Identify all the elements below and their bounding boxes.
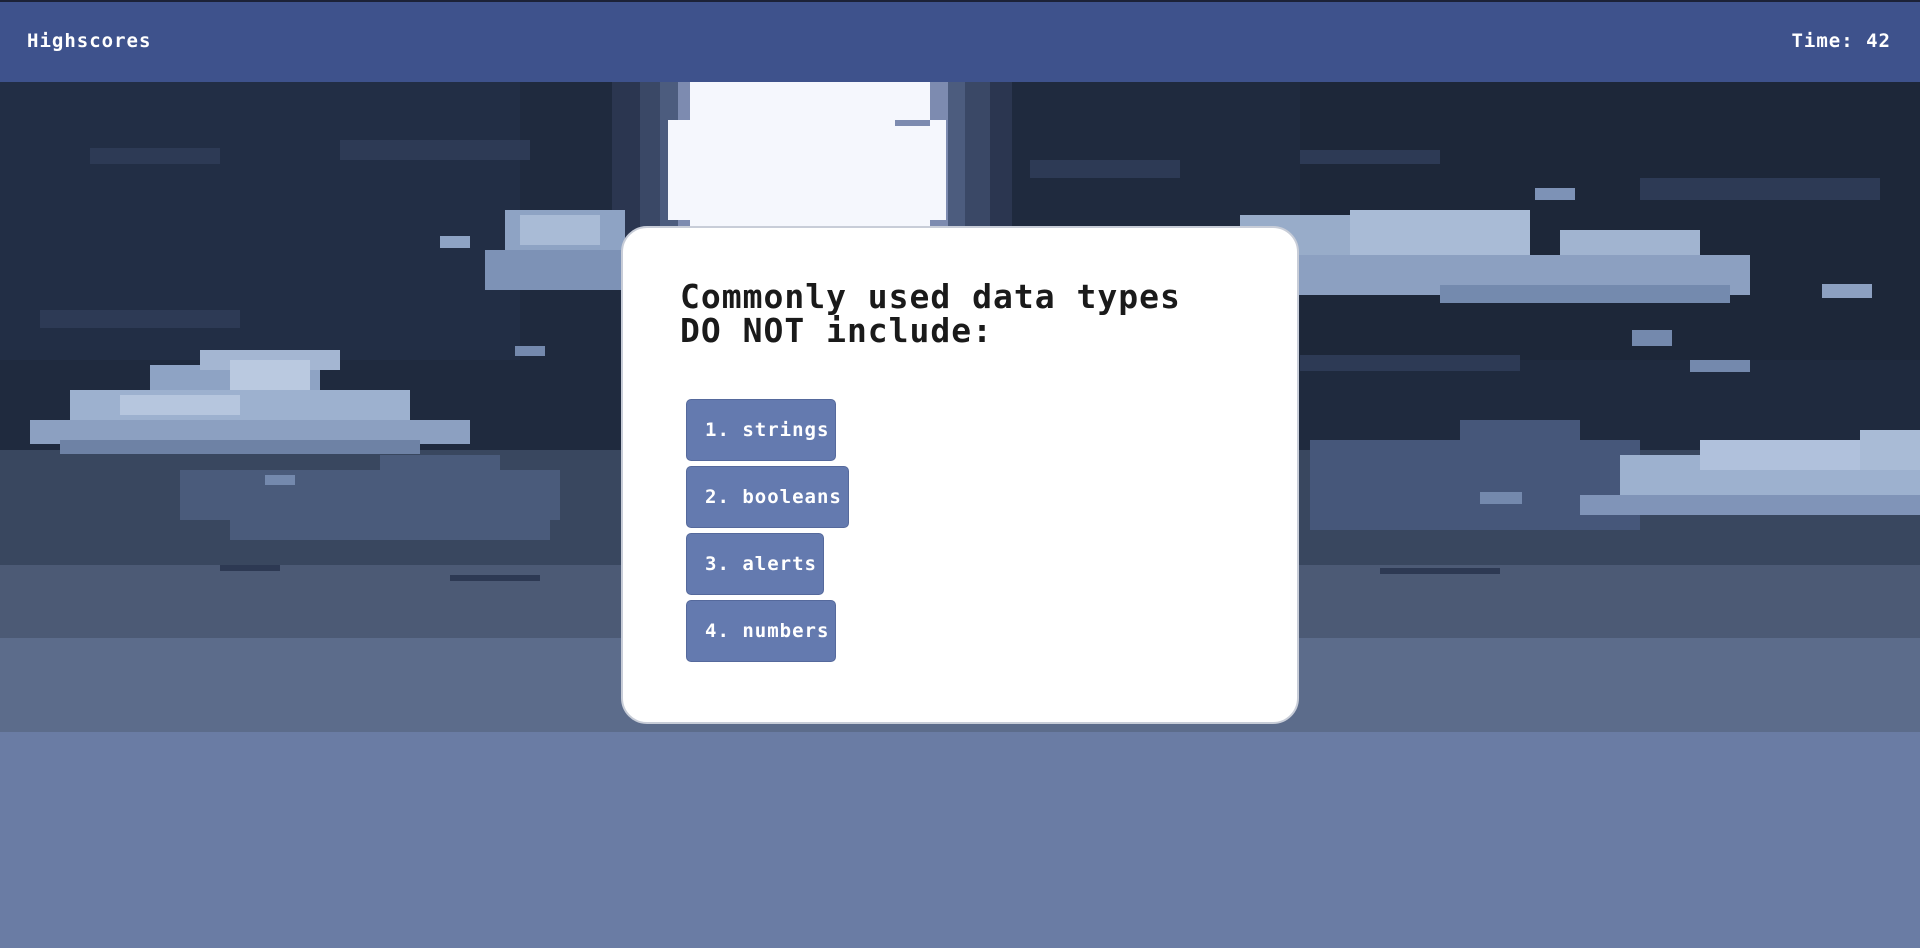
timer-display: Time: 42 [1791,30,1891,52]
answer-list: 1. strings 2. booleans 3. alerts 4. numb… [686,399,1247,667]
answer-button[interactable]: 2. booleans [686,466,849,528]
answer-button[interactable]: 3. alerts [686,533,824,595]
quiz-card: Commonly used data types DO NOT include:… [621,226,1299,724]
highscores-link[interactable]: Highscores [27,30,151,52]
question-text: Commonly used data types DO NOT include: [680,277,1181,350]
top-bar: Highscores Time: 42 [0,0,1920,82]
answer-button[interactable]: 1. strings [686,399,837,461]
answer-button[interactable]: 4. numbers [686,600,837,662]
